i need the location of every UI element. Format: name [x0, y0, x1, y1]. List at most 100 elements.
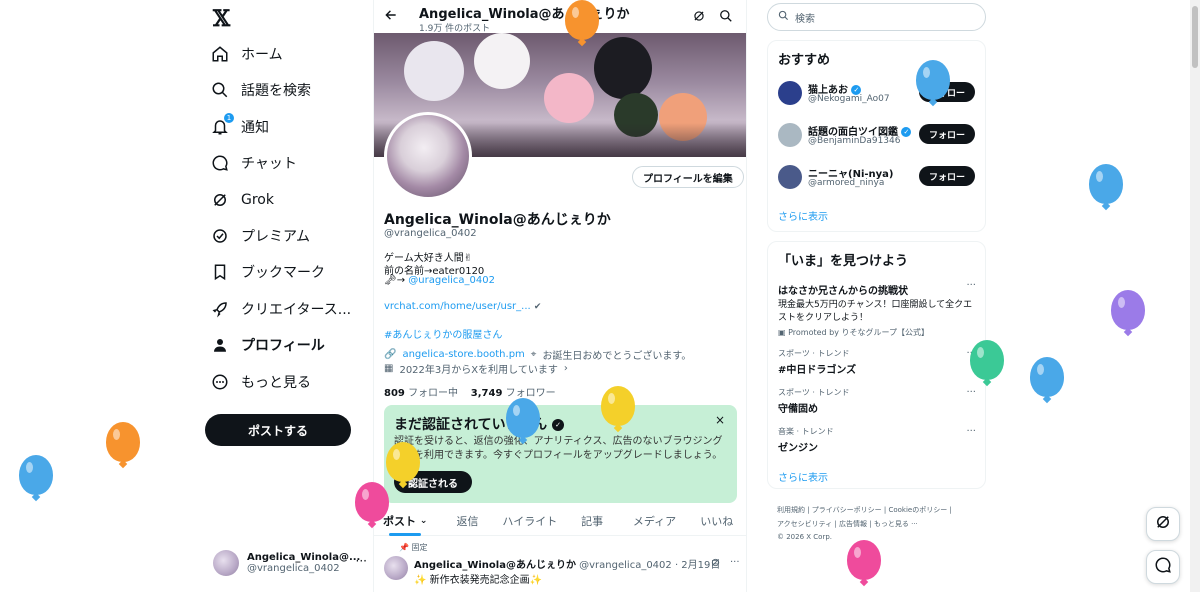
nav-label: ホーム [241, 47, 283, 63]
show-more-link[interactable]: さらに表示 [778, 469, 828, 484]
more-icon[interactable]: ··· [966, 387, 976, 398]
profile-meta-row: 🔗 angelica-store.booth.pm ⌖ お誕生日おめでとうござい… [384, 347, 691, 362]
search-icon [778, 10, 789, 24]
balloon-decoration [916, 60, 950, 100]
nav-label: 話題を検索 [241, 83, 311, 99]
user-handle: @BenjaminDa91346 [808, 136, 901, 146]
post-author-name[interactable]: Angelica_Winola@あんじぇりか [414, 560, 576, 571]
hashtag-link[interactable]: #あんじぇりかの服屋さん [384, 326, 502, 341]
verified-badge-icon: ✓ [901, 127, 912, 137]
scrollbar-thumb[interactable] [1192, 6, 1198, 68]
nav-item-home[interactable]: ホーム [211, 39, 283, 69]
more-icon[interactable]: ··· [356, 554, 367, 568]
balloon-decoration [847, 540, 881, 580]
edit-profile-button[interactable]: プロフィールを編集 [632, 166, 744, 188]
chevron-right-icon[interactable]: › [564, 363, 568, 374]
balloon-decoration [1030, 357, 1064, 397]
account-switcher[interactable]: Angelica_Winola@... @vrangelica_0402 ··· [213, 548, 367, 578]
notification-badge: 1 [224, 113, 234, 123]
balloon-decoration [1111, 290, 1145, 330]
nav-item-more[interactable]: もっと見る [211, 367, 311, 397]
trend-item[interactable]: スポーツ · トレンド 守備固め ··· [778, 387, 978, 415]
tab-highlights[interactable]: ハイライト [499, 506, 561, 535]
footer-links[interactable]: アクセシビリティ | 広告情報 | もっと見る ··· [777, 519, 918, 529]
search-icon[interactable] [719, 9, 733, 26]
close-icon[interactable]: × [715, 413, 725, 427]
balloon-decoration [355, 482, 389, 522]
grok-icon[interactable] [692, 9, 706, 26]
back-arrow-icon[interactable] [384, 8, 398, 26]
joined-text: 2022年3月からXを利用しています [399, 365, 558, 376]
rocket-icon [211, 300, 229, 318]
trend-item[interactable]: はなさか兄さんからの挑戦状 現金最大5万円のチャンス！口座開設して全クエストをク… [778, 280, 978, 338]
chat-fab-button[interactable] [1146, 550, 1180, 584]
avatar[interactable] [384, 556, 408, 580]
x-logo-icon[interactable]: 𝕏 [213, 6, 230, 32]
verified-icon [211, 227, 229, 245]
avatar [778, 123, 802, 147]
trend-meta: スポーツ · トレンド [778, 388, 850, 397]
nav-item-explore[interactable]: 話題を検索 [211, 75, 311, 105]
post-button[interactable]: ポストする [205, 414, 351, 446]
trend-title: はなさか兄さんからの挑戦状 [778, 286, 908, 297]
left-navigation: 𝕏 ホーム 話題を検索 1 通知 チャット Grok プレミアム ブックマーク … [205, 0, 367, 592]
profile-tabs: ポスト ⌄ 返信 ハイライト 記事 メディア いいね [374, 506, 746, 536]
show-more-link[interactable]: さらに表示 [778, 208, 828, 223]
who-to-follow-title: おすすめ [778, 53, 831, 68]
follow-stats: 809 フォロー中 3,749 フォロワー [384, 384, 556, 399]
search-icon [211, 81, 229, 99]
trend-title: ゼンジン [778, 443, 818, 454]
more-icon[interactable]: ··· [966, 426, 976, 437]
nav-item-chat[interactable]: チャット [211, 148, 297, 178]
balloon-decoration [1089, 164, 1123, 204]
search-input[interactable]: 検索 [767, 3, 986, 31]
balloon-decoration [106, 422, 140, 462]
scrollbar[interactable] [1190, 0, 1200, 592]
nav-item-creator-studio[interactable]: クリエイタース... [211, 294, 351, 324]
profile-avatar[interactable] [384, 112, 472, 200]
follow-suggestion[interactable]: ニーニャ(Ni-nya) @armored_ninya フォロー [778, 163, 978, 193]
more-icon[interactable]: ··· [966, 280, 976, 291]
nav-label: プレミアム [241, 229, 311, 245]
followers-link[interactable]: 3,749 フォロワー [471, 388, 556, 399]
tab-replies[interactable]: 返信 [436, 506, 498, 535]
chat-icon [1154, 556, 1172, 578]
copyright: © 2026 X Corp. [777, 533, 833, 541]
balloon-decoration [565, 0, 599, 40]
nav-item-premium[interactable]: プレミアム [211, 221, 310, 251]
home-icon [211, 45, 229, 63]
tab-media[interactable]: メディア [623, 506, 685, 535]
chat-icon [211, 154, 229, 172]
tab-articles[interactable]: 記事 [561, 506, 623, 535]
following-link[interactable]: 809 フォロー中 [384, 388, 458, 399]
more-icon[interactable]: ··· [730, 557, 740, 568]
bell-icon: 1 [211, 113, 234, 136]
pinned-label: 📌 固定 [399, 543, 428, 552]
website-link[interactable]: angelica-store.booth.pm [402, 349, 524, 360]
mention-link[interactable]: @uragelica_0402 [408, 275, 495, 286]
balloon-decoration [970, 340, 1004, 380]
tab-likes[interactable]: いいね [686, 506, 746, 535]
post-header: Angelica_Winola@あんじぇりか @vrangelica_0402 … [414, 556, 720, 571]
nav-item-grok[interactable]: Grok [211, 185, 274, 215]
grok-icon [1154, 513, 1172, 535]
footer-links[interactable]: 利用規約 | プライバシーポリシー | Cookieのポリシー | [777, 505, 952, 515]
location-pin-icon: ⌖ [530, 349, 537, 360]
promoted-label: ▣ Promoted by りそなグループ【公式】 [778, 328, 930, 337]
follow-suggestion[interactable]: 話題の面白ツイ図鑑 ✓ @BenjaminDa91346 フォロー [778, 121, 978, 151]
search-placeholder: 検索 [795, 13, 815, 25]
chevron-down-icon: ⌄ [419, 515, 428, 526]
post-meta: @vrangelica_0402 · 2月19日 [579, 560, 721, 571]
follow-button[interactable]: フォロー [919, 166, 975, 186]
account-handle: @vrangelica_0402 [247, 563, 340, 574]
trend-item[interactable]: スポーツ · トレンド #中日ドラゴンズ ··· [778, 348, 978, 376]
follow-button[interactable]: フォロー [919, 124, 975, 144]
grok-fab-button[interactable] [1146, 507, 1180, 541]
vrchat-link[interactable]: vrchat.com/home/user/usr_... [384, 301, 531, 312]
trend-item[interactable]: 音楽 · トレンド ゼンジン ··· [778, 426, 978, 454]
grok-icon[interactable] [710, 557, 721, 571]
nav-label: ブックマーク [241, 265, 325, 281]
nav-item-notifications[interactable]: 1 通知 [211, 112, 269, 142]
nav-item-bookmarks[interactable]: ブックマーク [211, 257, 325, 287]
nav-item-profile[interactable]: プロフィール [211, 330, 325, 360]
